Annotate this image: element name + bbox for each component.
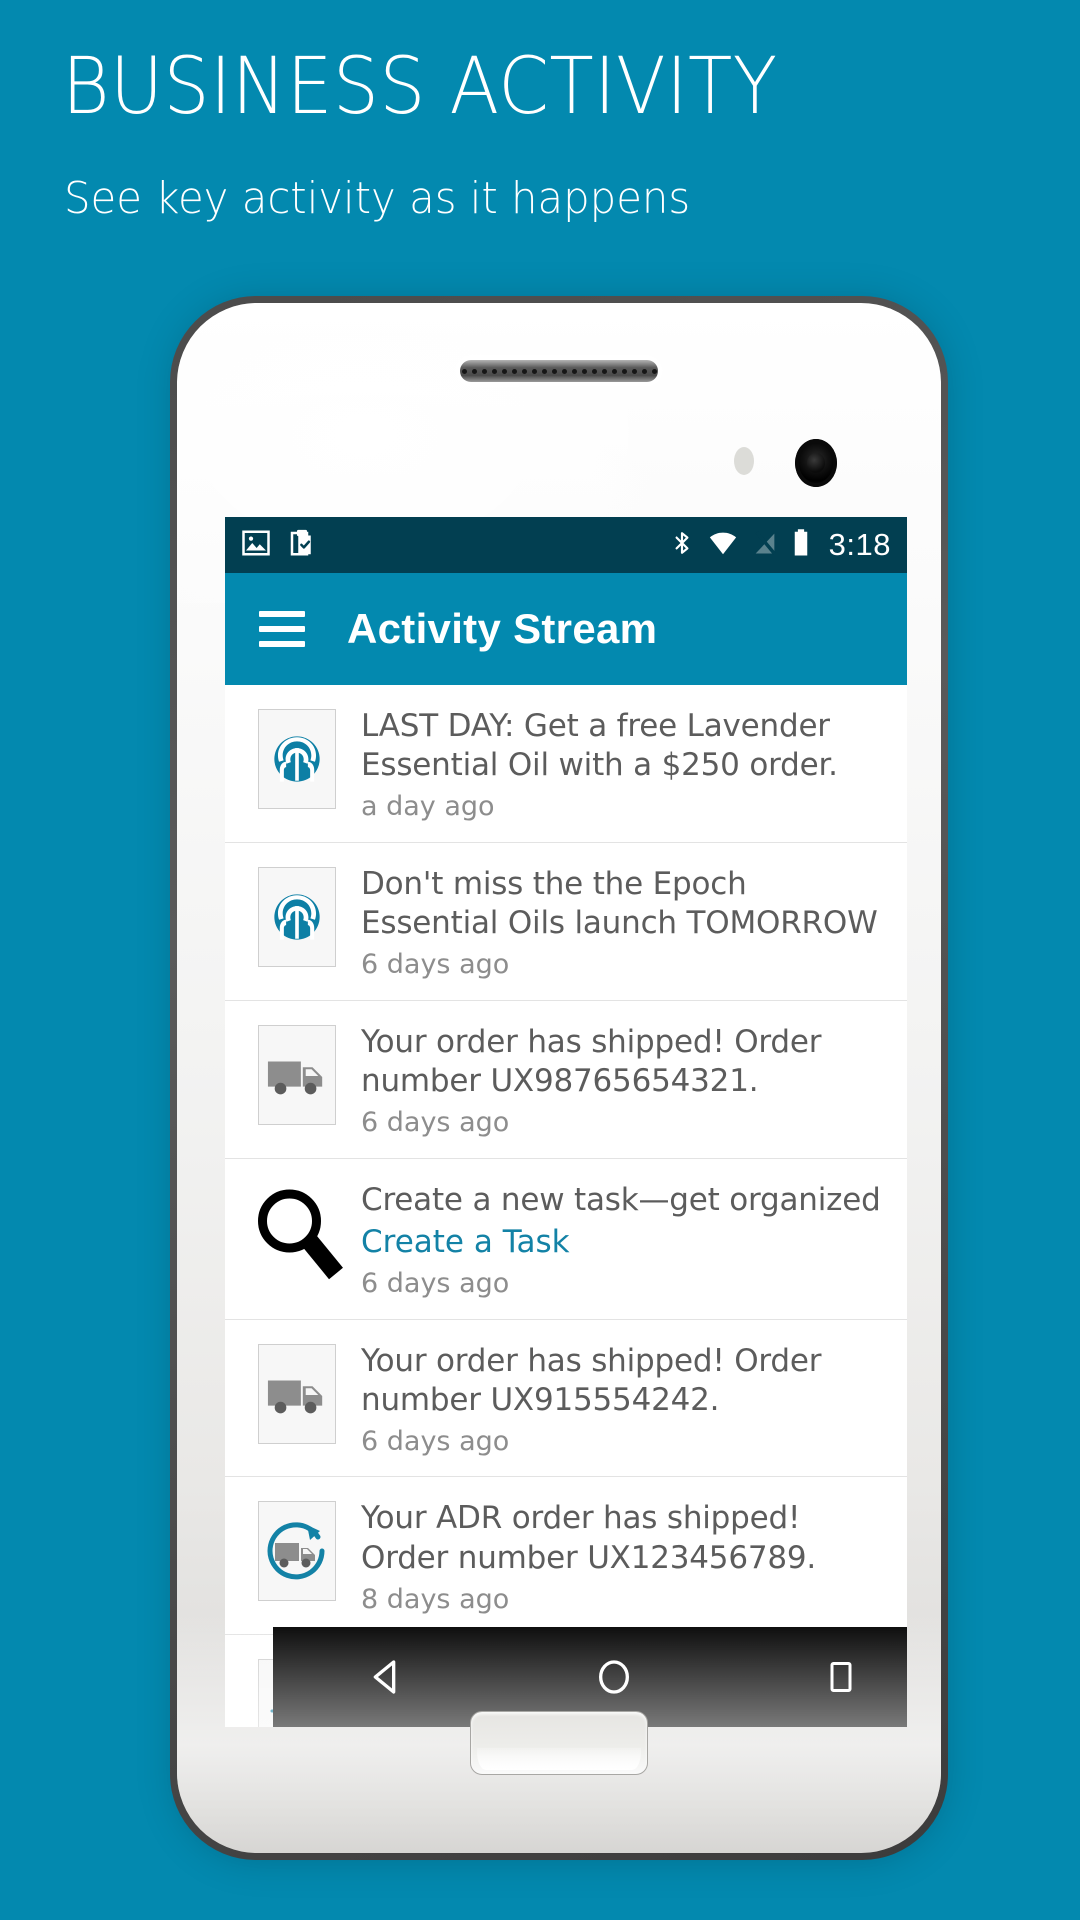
list-item-title: Your order has shipped! Order number UX9…	[361, 1023, 822, 1099]
nuskin-logo-icon	[258, 866, 336, 967]
status-bar: 3:18	[225, 517, 907, 573]
list-item-icon	[249, 1340, 345, 1444]
list-item-timestamp: 6 days ago	[361, 1106, 510, 1138]
status-bar-right-icons: 3:18	[669, 527, 891, 563]
delivery-truck-icon	[258, 1024, 336, 1125]
list-item-timestamp: 6 days ago	[361, 1267, 510, 1299]
list-item-title: Your ADR order has shipped! Order number…	[361, 1500, 817, 1576]
wifi-icon	[707, 528, 739, 563]
list-item-icon	[249, 1497, 345, 1602]
phone-screen: 3:18 Activity Stream LAST DAY: Get a fre…	[225, 517, 907, 1727]
list-item[interactable]: Your ADR order has shipped! Order number…	[225, 1477, 907, 1636]
activity-stream-list[interactable]: LAST DAY: Get a free Lavender Essential …	[225, 685, 907, 1727]
back-icon[interactable]	[327, 1627, 447, 1727]
list-item-timestamp: 6 days ago	[361, 1425, 510, 1457]
app-bar: Activity Stream	[225, 573, 907, 685]
adr-truck-icon	[258, 1501, 336, 1602]
list-item-timestamp: 6 days ago	[361, 948, 510, 980]
signal-off-icon	[751, 528, 779, 563]
list-item[interactable]: Create a new task—get organized Create a…	[225, 1159, 907, 1320]
app-bar-title: Activity Stream	[347, 605, 658, 652]
list-item[interactable]: LAST DAY: Get a free Lavender Essential …	[225, 685, 907, 843]
magnifying-glass-icon	[249, 1183, 345, 1283]
list-item[interactable]: Don't miss the the Epoch Essential Oils …	[225, 843, 907, 1001]
list-item-content: Don't miss the the Epoch Essential Oils …	[345, 863, 883, 982]
proximity-sensor-icon	[734, 447, 754, 475]
list-item-icon	[249, 1021, 345, 1125]
list-item-content: Your ADR order has shipped! Order number…	[345, 1497, 883, 1616]
front-camera-icon	[795, 439, 837, 487]
list-item-title: LAST DAY: Get a free Lavender Essential …	[361, 708, 838, 784]
phone-device-frame: 3:18 Activity Stream LAST DAY: Get a fre…	[170, 296, 948, 1860]
list-item-content: LAST DAY: Get a free Lavender Essential …	[345, 705, 883, 824]
list-item-content: Create a new task—get organized Create a…	[345, 1179, 883, 1301]
bluetooth-icon	[669, 528, 695, 563]
page-title: BUSINESS ACTIVITY	[62, 42, 778, 132]
list-item-title: Don't miss the the Epoch Essential Oils …	[361, 865, 878, 941]
list-item-icon	[249, 863, 345, 967]
status-bar-left-icons	[241, 528, 317, 563]
delivery-truck-icon	[258, 1343, 336, 1444]
home-hardware-button[interactable]	[470, 1711, 648, 1775]
list-item-title: Create a new task—get organized	[361, 1181, 881, 1218]
page-subtitle: See key activity as it happens	[64, 173, 691, 224]
nuskin-logo-icon	[258, 709, 336, 809]
battery-icon	[791, 528, 811, 563]
recents-icon[interactable]	[781, 1627, 901, 1727]
list-item[interactable]: Your order has shipped! Order number UX9…	[225, 1001, 907, 1159]
list-item-content: Your order has shipped! Order number UX9…	[345, 1021, 883, 1140]
image-icon	[241, 528, 271, 563]
earpiece-speaker-icon	[460, 360, 658, 382]
create-task-link[interactable]: Create a Task	[361, 1222, 883, 1262]
clipboard-check-icon	[287, 528, 317, 563]
list-item-content: Your order has shipped! Order number UX9…	[345, 1340, 883, 1459]
status-bar-clock: 3:18	[828, 527, 891, 562]
hamburger-menu-icon[interactable]	[259, 611, 305, 647]
list-item-icon	[249, 705, 345, 809]
list-item-timestamp: 8 days ago	[361, 1583, 510, 1615]
list-item-timestamp: a day ago	[361, 791, 495, 823]
phone-body: 3:18 Activity Stream LAST DAY: Get a fre…	[177, 303, 941, 1853]
list-item-icon	[249, 1179, 345, 1283]
list-item[interactable]: Your order has shipped! Order number UX9…	[225, 1320, 907, 1478]
list-item-title: Your order has shipped! Order number UX9…	[361, 1342, 822, 1418]
